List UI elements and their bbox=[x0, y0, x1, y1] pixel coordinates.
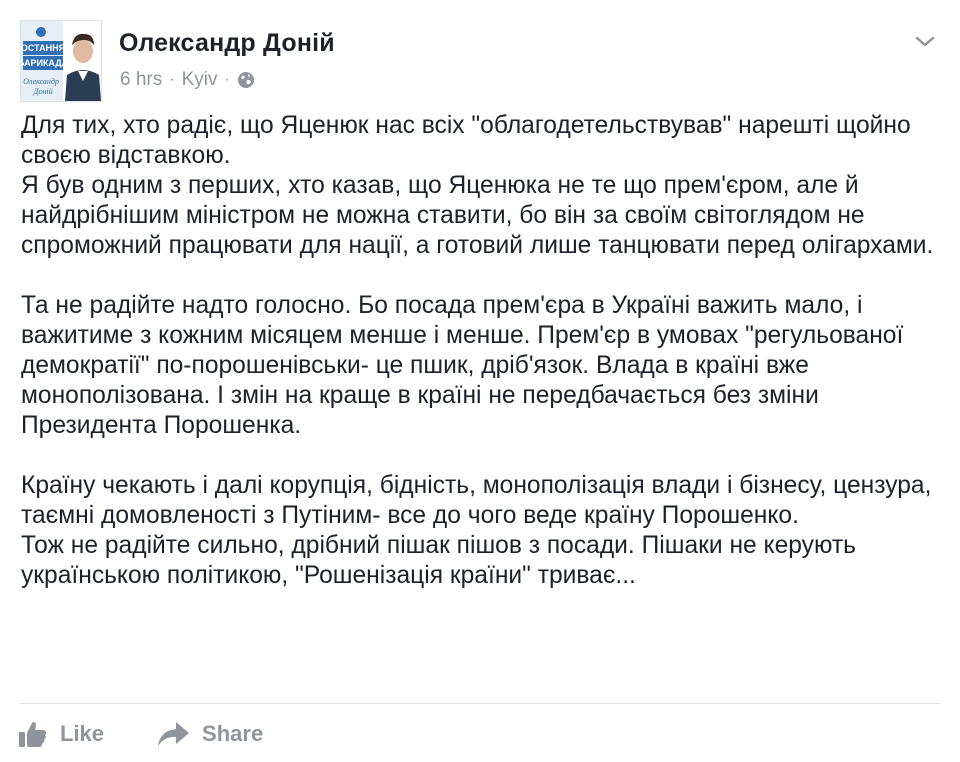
globe-icon bbox=[237, 71, 255, 89]
avatar[interactable]: ОСТАННЯ БАРИКАДА Олександр Доній bbox=[20, 20, 102, 102]
post-time[interactable]: 6 hrs bbox=[120, 69, 162, 91]
post-paragraph: Країну чекають і далі корупція, бідність… bbox=[21, 472, 932, 589]
avatar-signature-line1: Олександр bbox=[23, 77, 59, 86]
avatar-signature-line2: Доній bbox=[32, 87, 52, 96]
post-body: Для тих, хто радіє, що Яценюк нас всіх "… bbox=[21, 111, 941, 591]
action-divider bbox=[20, 703, 940, 704]
thumbs-up-icon bbox=[18, 719, 48, 749]
facebook-post: ОСТАННЯ БАРИКАДА Олександр Доній Олексан… bbox=[0, 0, 960, 762]
author-name[interactable]: Олександр Доній bbox=[119, 29, 335, 58]
chevron-down-icon[interactable] bbox=[914, 34, 936, 50]
post-header: ОСТАННЯ БАРИКАДА Олександр Доній Олексан… bbox=[20, 20, 940, 104]
avatar-image: ОСТАННЯ БАРИКАДА Олександр Доній bbox=[21, 21, 101, 101]
like-button[interactable]: Like bbox=[18, 719, 104, 749]
post-meta: 6 hrs · Kyiv · bbox=[120, 69, 255, 91]
post-paragraph: Для тих, хто радіє, що Яценюк нас всіх "… bbox=[21, 112, 934, 259]
post-actions: Like Share bbox=[18, 714, 263, 754]
meta-separator: · bbox=[224, 71, 230, 88]
post-location[interactable]: Kyiv bbox=[182, 69, 218, 91]
share-label: Share bbox=[202, 721, 264, 746]
avatar-badge-line2: БАРИКАДА bbox=[21, 58, 69, 68]
meta-separator: · bbox=[169, 71, 175, 88]
post-paragraph: Та не радійте надто голосно. Бо посада п… bbox=[21, 292, 904, 439]
like-label: Like bbox=[60, 721, 105, 746]
share-arrow-icon bbox=[156, 720, 190, 748]
avatar-badge-line1: ОСТАННЯ bbox=[21, 43, 65, 53]
share-button[interactable]: Share bbox=[156, 720, 263, 748]
